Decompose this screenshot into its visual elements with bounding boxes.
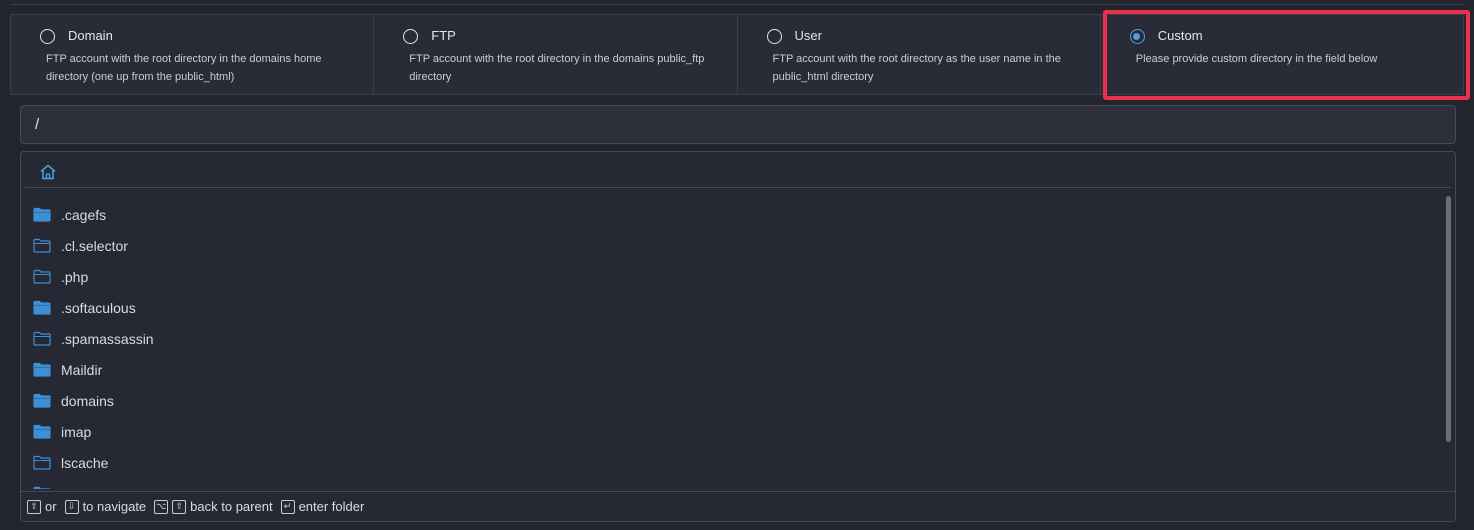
directory-type-options: Domain FTP account with the root directo… — [10, 14, 1464, 95]
option-ftp-desc: FTP account with the root directory in t… — [409, 53, 705, 83]
option-user-desc: FTP account with the root directory as t… — [772, 53, 1061, 83]
folder-name: imap — [61, 423, 92, 440]
option-domain[interactable]: Domain FTP account with the root directo… — [11, 15, 375, 94]
folder-row[interactable]: domains — [21, 385, 1441, 416]
folder-row[interactable]: .php — [21, 261, 1441, 292]
radio-user[interactable] — [766, 29, 782, 44]
folder-list-scrollbar[interactable] — [1444, 193, 1452, 491]
hint-back-to-parent: back to parent — [190, 499, 273, 514]
radio-domain[interactable] — [40, 29, 55, 44]
folder-icon — [33, 207, 51, 222]
folder-icon — [33, 455, 51, 470]
option-user[interactable]: User FTP account with the root directory… — [738, 15, 1101, 94]
folder-list: .cagefs .cl.selector .php .softaculous .spam… — [21, 199, 1441, 489]
option-user-label: User — [794, 28, 822, 43]
folder-name: lscache — [61, 454, 109, 471]
key-alt-icon: ⌥ — [154, 499, 169, 514]
key-enter-icon: ↵ — [280, 499, 295, 514]
folder-row[interactable]: Maildir — [21, 354, 1441, 385]
radio-custom[interactable] — [1129, 29, 1145, 44]
folder-name: public_html — [61, 486, 132, 490]
folder-icon — [33, 393, 51, 408]
option-domain-label: Domain — [68, 28, 113, 43]
hint-navigate: to navigate — [82, 499, 147, 514]
folder-icon — [33, 269, 51, 284]
key-up-icon-2: ⇧ — [172, 499, 187, 514]
folder-row[interactable]: .cl.selector — [21, 230, 1441, 261]
folder-name: .softaculous — [61, 299, 136, 316]
folder-icon — [33, 362, 51, 377]
folder-row[interactable]: lscache — [21, 447, 1441, 478]
folder-name: Maildir — [61, 361, 103, 378]
option-domain-desc: FTP account with the root directory in t… — [46, 53, 322, 83]
option-custom[interactable]: Custom Please provide custom directory i… — [1101, 15, 1463, 94]
option-ftp-label: FTP — [431, 28, 456, 43]
folder-name: domains — [61, 392, 114, 409]
folder-icon — [33, 331, 51, 346]
scrollbar-thumb[interactable] — [1446, 196, 1451, 442]
folder-icon — [33, 424, 51, 439]
key-down-icon: ⇩ — [64, 499, 79, 514]
folder-row[interactable]: .cagefs — [21, 199, 1441, 230]
folder-icon — [33, 238, 51, 253]
keyboard-hints: ⇧ or ⇩ to navigate ⌥ ⇧ back to parent ↵ … — [21, 491, 1455, 521]
folder-name: .php — [61, 268, 89, 285]
folder-row[interactable]: .spamassassin — [21, 323, 1441, 354]
option-ftp[interactable]: FTP FTP account with the root directory … — [374, 15, 738, 94]
hint-or: or — [45, 499, 57, 514]
hint-enter-folder: enter folder — [298, 499, 365, 514]
folder-row[interactable]: .softaculous — [21, 292, 1441, 323]
folder-name: .spamassassin — [61, 330, 154, 347]
folder-icon — [33, 300, 51, 315]
option-custom-desc: Please provide custom directory in the f… — [1135, 53, 1378, 65]
key-up-icon: ⇧ — [27, 499, 41, 514]
folder-name: .cl.selector — [61, 237, 128, 254]
radio-ftp[interactable] — [403, 29, 419, 44]
top-divider — [10, 4, 1464, 5]
option-custom-label: Custom — [1157, 28, 1203, 43]
home-icon[interactable] — [38, 162, 58, 182]
folder-browser: .cagefs .cl.selector .php .softaculous .spam… — [20, 151, 1456, 522]
folder-row[interactable]: imap — [21, 416, 1441, 447]
folder-name: .cagefs — [61, 206, 107, 223]
folder-row[interactable]: public_html — [21, 478, 1441, 489]
folder-icon — [33, 486, 51, 489]
custom-directory-input[interactable] — [20, 105, 1456, 144]
breadcrumb — [25, 152, 1451, 188]
